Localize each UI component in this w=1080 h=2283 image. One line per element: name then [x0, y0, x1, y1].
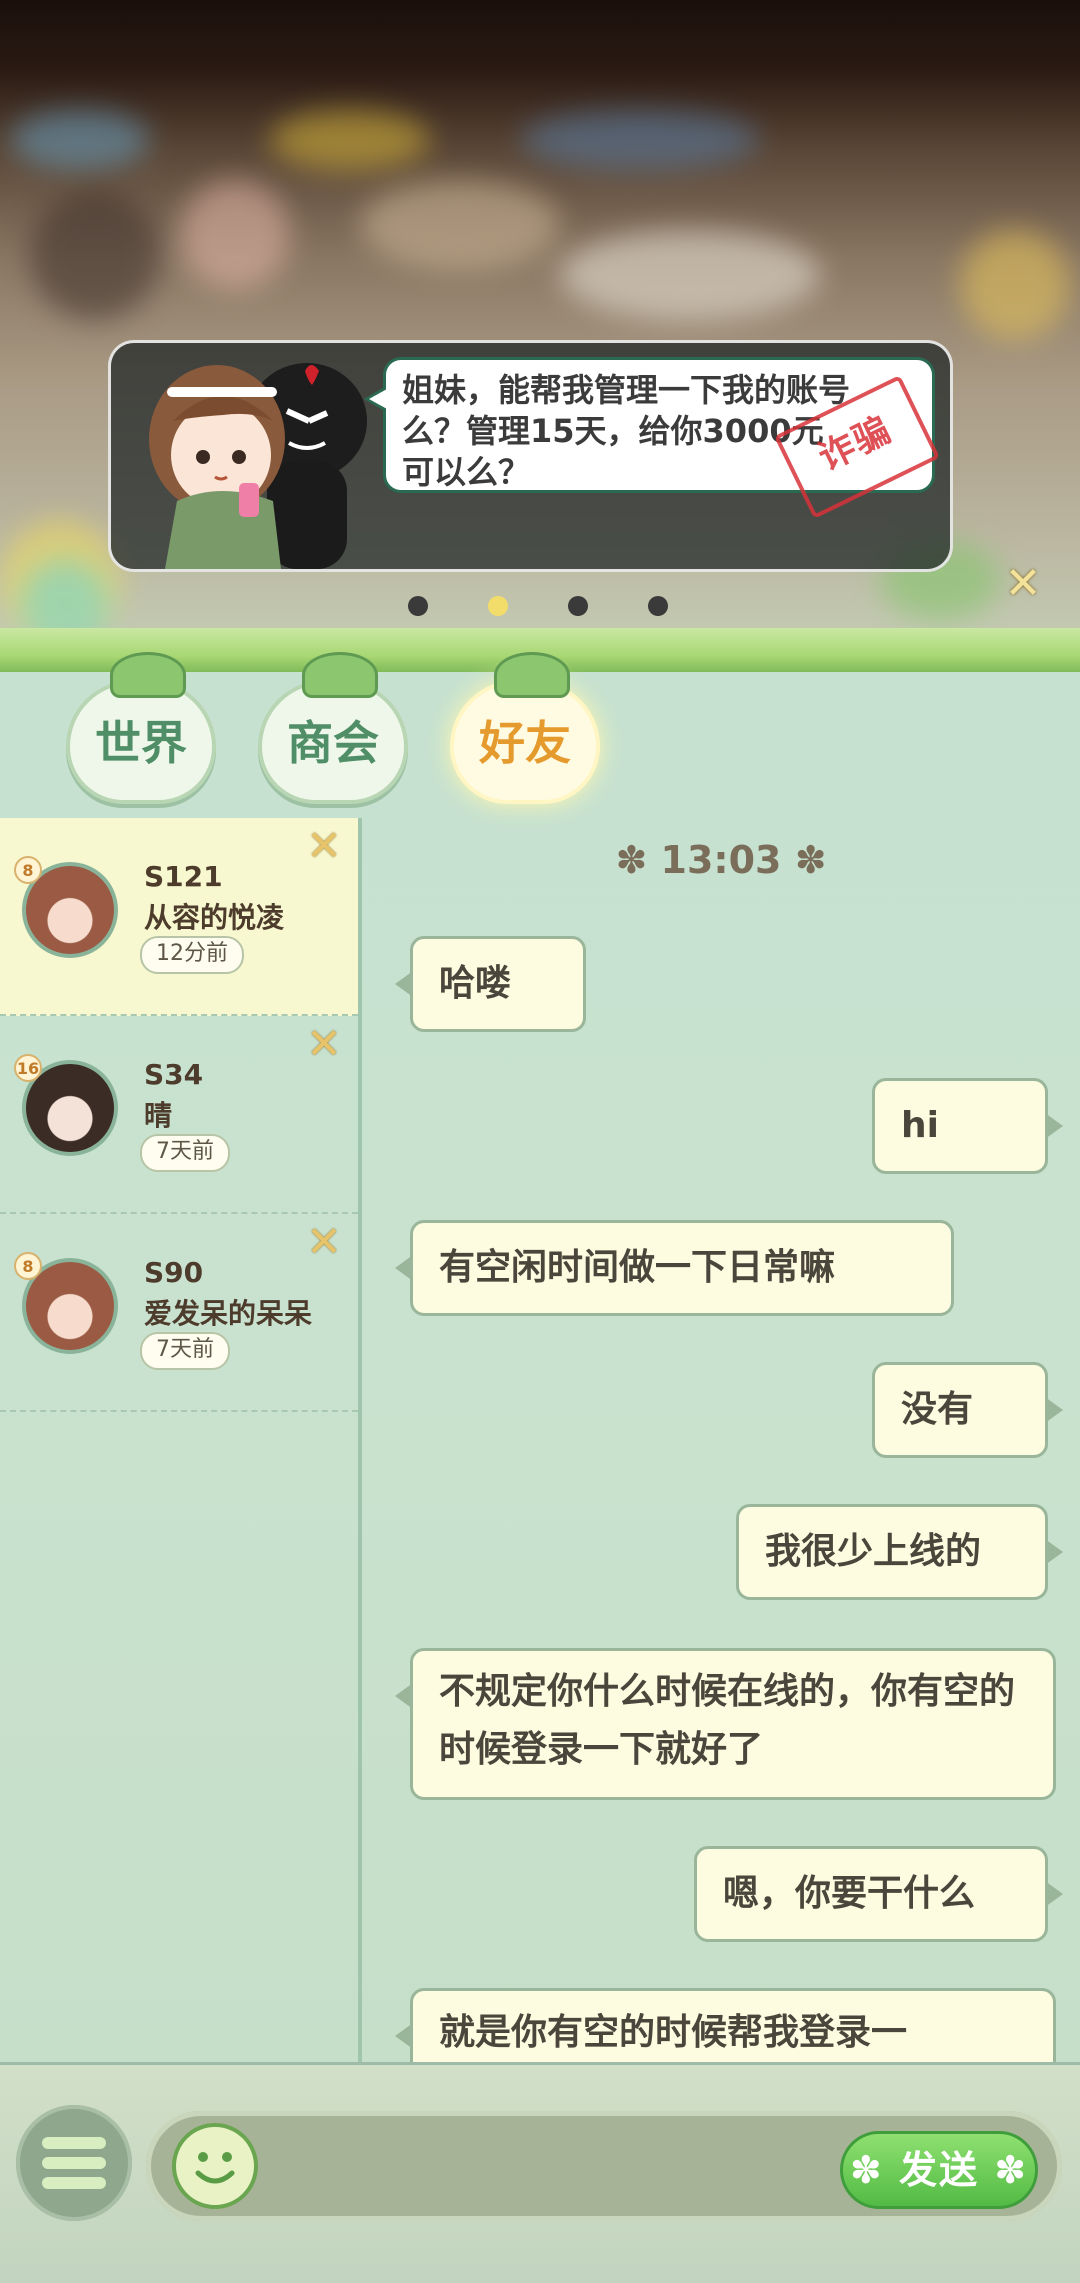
- last-seen-badge: 7天前: [140, 1332, 230, 1370]
- send-button[interactable]: ✽ 发送 ✽: [840, 2131, 1038, 2209]
- tab-label: 世界: [95, 716, 187, 770]
- friend-server: S121: [144, 860, 223, 893]
- friend-item[interactable]: 16 S34 晴 7天前 ✕: [0, 1016, 358, 1214]
- message-outgoing: 我很少上线的: [736, 1504, 1063, 1600]
- notice-banner[interactable]: 姐妹，能帮我管理一下我的账号 么？管理15天，给你3000元 可以么？ 诈骗: [108, 340, 953, 572]
- message-outgoing: 没有: [872, 1362, 1063, 1458]
- message-incoming: 不规定你什么时候在线的，你有空的时候登录一下就好了: [395, 1648, 1056, 1800]
- level-badge: 8: [14, 1252, 42, 1280]
- message-incoming: 就是你有空的时候帮我登录一: [395, 1988, 1056, 2062]
- smiley-emoji-icon[interactable]: [172, 2123, 258, 2209]
- remove-x-icon[interactable]: ✕: [304, 1023, 344, 1065]
- level-badge: 8: [14, 856, 42, 884]
- tab-label: 好友: [479, 716, 571, 770]
- friend-item[interactable]: 8 S90 爱发呆的呆呆 7天前 ✕: [0, 1214, 358, 1412]
- chat-timestamp: ✽ 13:03 ✽: [615, 838, 827, 882]
- tab-friends[interactable]: 好友: [450, 652, 600, 804]
- input-area: ✽ 发送 ✽: [0, 2062, 1080, 2283]
- friend-server: S90: [144, 1256, 204, 1289]
- friend-name: 从容的悦凌: [144, 901, 285, 934]
- page-dot[interactable]: [568, 596, 588, 616]
- level-badge: 16: [14, 1054, 42, 1082]
- hamburger-menu-icon[interactable]: [16, 2105, 132, 2221]
- remove-x-icon[interactable]: ✕: [304, 1221, 344, 1263]
- close-x-icon[interactable]: ✕: [1003, 562, 1043, 606]
- message-incoming: 哈喽: [395, 936, 586, 1032]
- message-outgoing: 嗯，你要干什么: [694, 1846, 1063, 1942]
- friend-server: S34: [144, 1058, 204, 1091]
- chibi-characters-illustration: [149, 363, 367, 569]
- page-dot[interactable]: [408, 596, 428, 616]
- leaf-decoration: [302, 652, 378, 698]
- message-outgoing: hi: [872, 1078, 1063, 1174]
- tab-label: 商会: [287, 716, 379, 770]
- friend-name: 爱发呆的呆呆: [144, 1297, 313, 1330]
- friend-list: 8 S121 从容的悦凌 12分前 ✕ 16 S34 晴 7天前 ✕ 8 S90…: [0, 818, 362, 2062]
- chat-messages[interactable]: ✽ 13:03 ✽ 哈喽 hi 有空闲时间做一下日常嘛 没有 我很少上线的 不规…: [362, 818, 1080, 2062]
- friend-name: 晴: [144, 1099, 173, 1132]
- tab-guild[interactable]: 商会: [258, 652, 408, 804]
- message-incoming: 有空闲时间做一下日常嘛: [395, 1220, 954, 1316]
- page-dot-active[interactable]: [488, 596, 508, 616]
- tab-world[interactable]: 世界: [66, 652, 216, 804]
- leaf-decoration: [110, 652, 186, 698]
- last-seen-badge: 12分前: [140, 936, 244, 974]
- leaf-decoration: [494, 652, 570, 698]
- remove-x-icon[interactable]: ✕: [304, 825, 344, 867]
- last-seen-badge: 7天前: [140, 1134, 230, 1172]
- page-dot[interactable]: [648, 596, 668, 616]
- friend-item[interactable]: 8 S121 从容的悦凌 12分前 ✕: [0, 818, 358, 1016]
